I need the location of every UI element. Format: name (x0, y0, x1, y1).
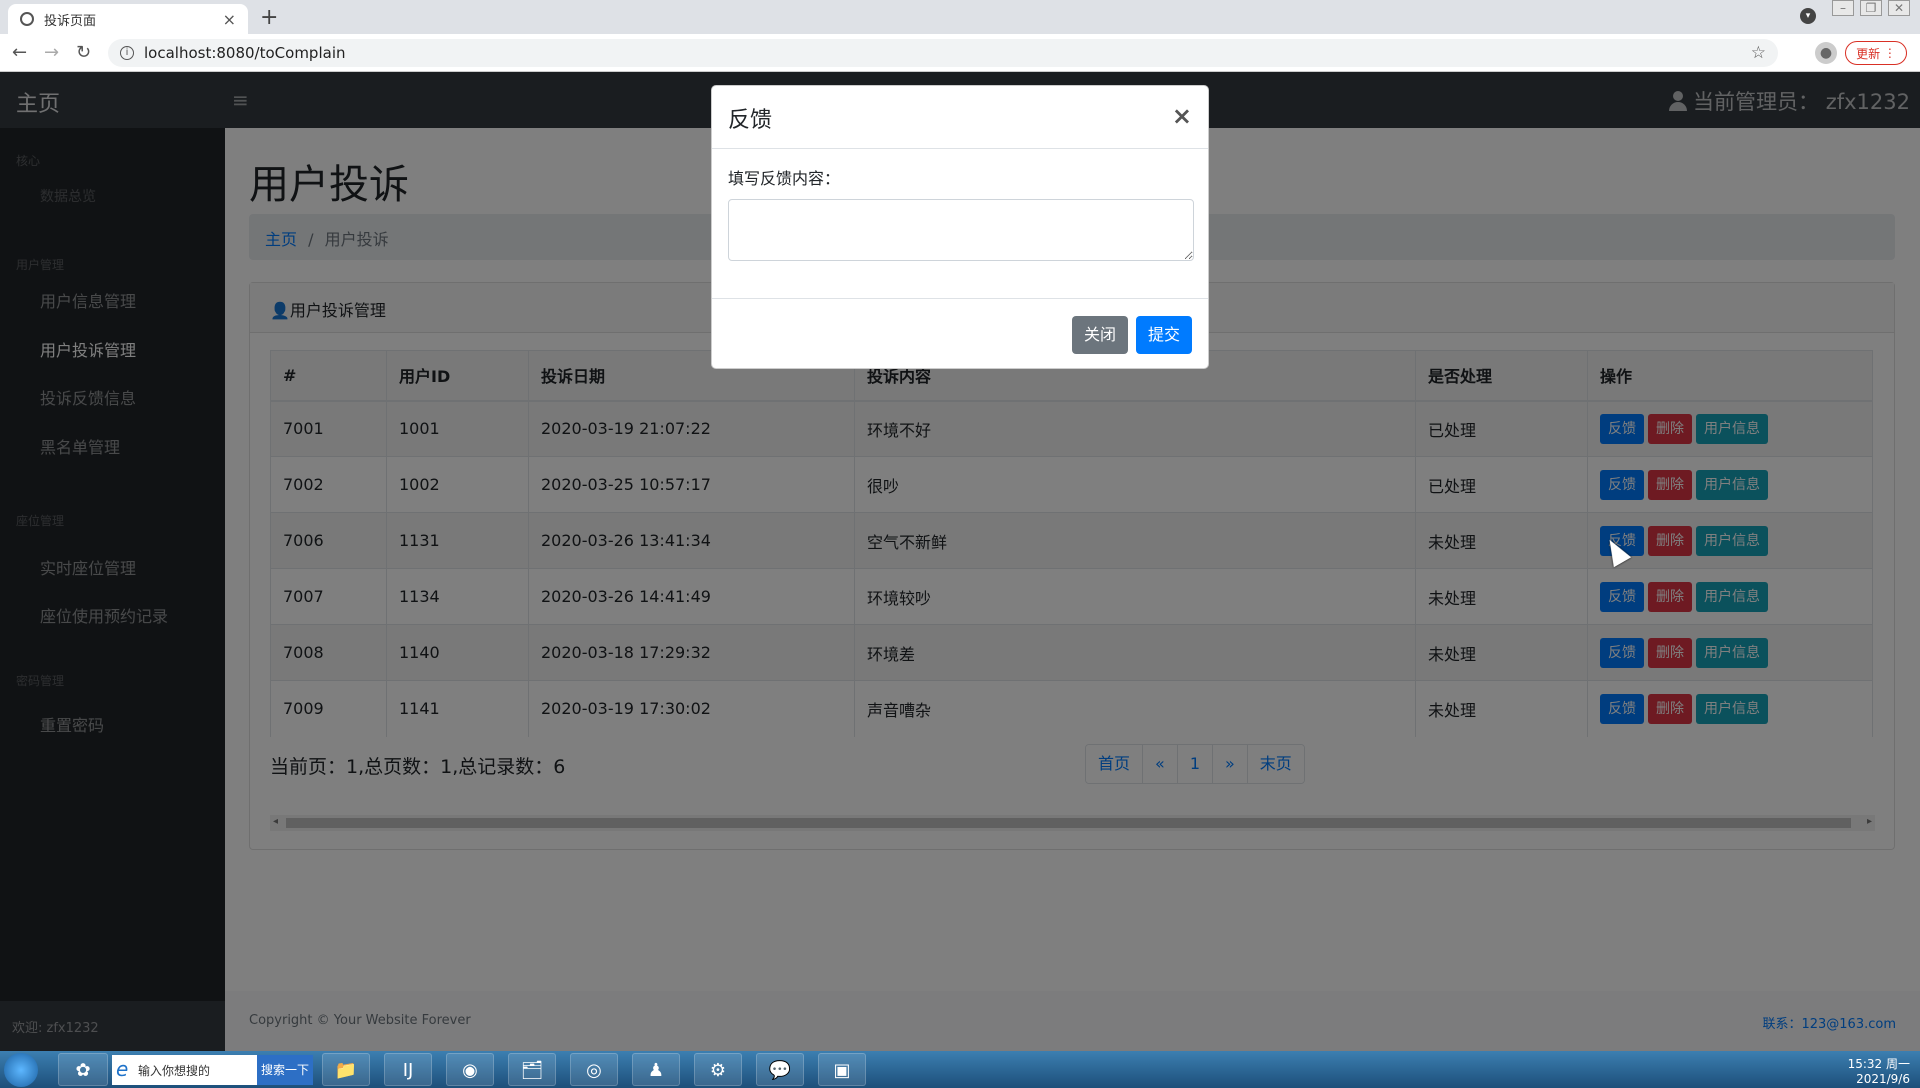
modal-close-icon[interactable]: × (1172, 102, 1192, 130)
feedback-modal: 反馈 × 填写反馈内容： 关闭 提交 (711, 85, 1209, 369)
back-icon[interactable]: ← (12, 42, 27, 63)
start-button[interactable] (4, 1053, 38, 1087)
url-field[interactable]: i localhost:8080/toComplain ☆ (108, 39, 1778, 67)
modal-footer: 关闭 提交 (1071, 316, 1192, 354)
browser-tab[interactable]: 投诉页面 × (8, 4, 248, 34)
tab-close-icon[interactable]: × (223, 10, 236, 29)
tool-icon[interactable]: ▣ (818, 1053, 866, 1086)
minimize-icon[interactable]: – (1832, 0, 1854, 16)
update-label: 更新 (1856, 46, 1881, 61)
modal-header: 反馈 × (712, 86, 1208, 149)
modal-submit-button[interactable]: 提交 (1135, 316, 1192, 354)
clock-time: 15:32 周一 (1847, 1057, 1910, 1071)
tab-title: 投诉页面 (44, 13, 97, 29)
firefox-icon[interactable]: ◉ (446, 1053, 494, 1086)
explorer-icon[interactable]: 🗂 (508, 1053, 556, 1086)
taskbar: ✿ e 输入你想搜的 搜索一下 📁 IJ ◉ 🗂 ◎ ♟ ⚙ 💬 ▣ 15:32… (0, 1051, 1920, 1088)
folder-icon[interactable]: 📁 (322, 1053, 370, 1086)
restore-icon[interactable]: ❐ (1860, 0, 1882, 16)
bookmark-star-icon[interactable]: ☆ (1751, 43, 1766, 63)
window-controls: – ❐ ✕ (1832, 0, 1910, 16)
taskbar-search-button[interactable]: 搜索一下 (257, 1055, 313, 1085)
modal-close-button[interactable]: 关闭 (1071, 316, 1128, 354)
ie-icon: e (116, 1057, 129, 1081)
address-bar: ← → ↻ i localhost:8080/toComplain ☆ ● 更新… (0, 34, 1920, 72)
url-text: localhost:8080/toComplain (144, 44, 346, 62)
modal-title: 反馈 (728, 108, 773, 133)
browser-tabbar: 投诉页面 × + ▾ – ❐ ✕ (0, 0, 1920, 34)
tab-search-icon[interactable]: ▾ (1800, 8, 1816, 24)
chrome-icon[interactable]: ◎ (570, 1053, 618, 1086)
close-window-icon[interactable]: ✕ (1888, 0, 1910, 16)
settings-app-icon[interactable]: ⚙ (694, 1053, 742, 1086)
update-button[interactable]: 更新 ⋮ (1845, 41, 1907, 65)
ide-icon[interactable]: IJ (384, 1053, 432, 1086)
clock-date: 2021/9/6 (1856, 1072, 1910, 1086)
system-tray: 15:32 周一 2021/9/6 (1848, 1055, 1910, 1086)
profile-icon[interactable]: ● (1815, 42, 1837, 64)
reload-icon[interactable]: ↻ (76, 42, 91, 63)
taskbar-app-icon[interactable]: ✿ (58, 1053, 108, 1086)
modal-body: 填写反馈内容： (712, 149, 1208, 299)
globe-icon (20, 12, 34, 26)
site-info-icon[interactable]: i (120, 46, 134, 60)
wechat-icon[interactable]: 💬 (756, 1053, 804, 1086)
feedback-textarea[interactable] (728, 199, 1194, 261)
feedback-label: 填写反馈内容： (728, 169, 841, 188)
taskbar-search-text: 输入你想搜的 (138, 1064, 211, 1078)
taskbar-search-input[interactable]: e 输入你想搜的 (112, 1055, 257, 1085)
new-tab-button[interactable]: + (260, 5, 278, 30)
forward-icon[interactable]: → (44, 42, 59, 63)
app-icon[interactable]: ♟ (632, 1053, 680, 1086)
